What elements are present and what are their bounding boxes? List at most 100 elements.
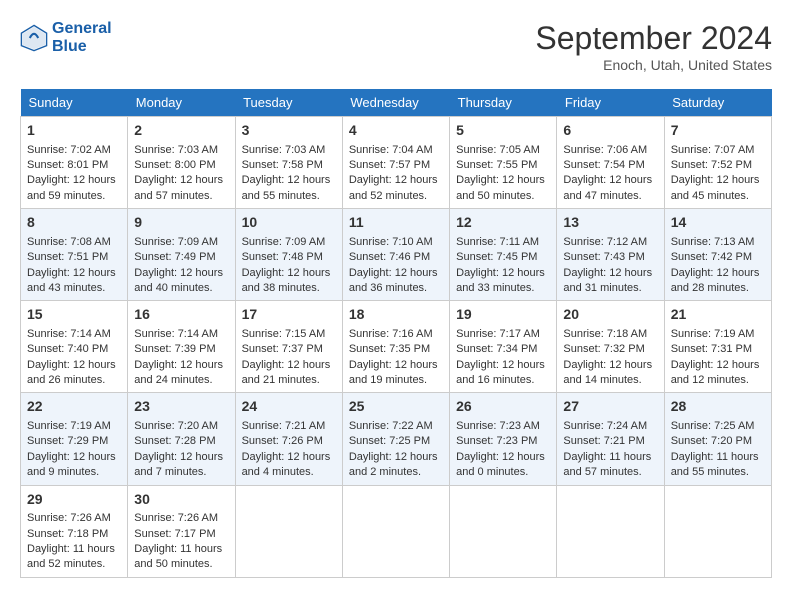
day-info-line: and 7 minutes. bbox=[134, 465, 228, 480]
day-info-line: and 57 minutes. bbox=[134, 189, 228, 204]
day-info-line: Daylight: 12 hours bbox=[134, 358, 228, 373]
calendar-cell: 4Sunrise: 7:04 AMSunset: 7:57 PMDaylight… bbox=[342, 117, 449, 209]
day-info-line: Sunrise: 7:17 AM bbox=[456, 327, 550, 342]
day-number: 16 bbox=[134, 305, 228, 325]
calendar-week-row: 8Sunrise: 7:08 AMSunset: 7:51 PMDaylight… bbox=[21, 209, 772, 301]
day-info-line: Daylight: 11 hours bbox=[27, 542, 121, 557]
day-number: 25 bbox=[349, 397, 443, 417]
day-info-line: and 21 minutes. bbox=[242, 373, 336, 388]
calendar-cell: 1Sunrise: 7:02 AMSunset: 8:01 PMDaylight… bbox=[21, 117, 128, 209]
day-info-line: Sunrise: 7:24 AM bbox=[563, 419, 657, 434]
day-info-line: and 14 minutes. bbox=[563, 373, 657, 388]
calendar-cell: 18Sunrise: 7:16 AMSunset: 7:35 PMDayligh… bbox=[342, 301, 449, 393]
day-info-line: Daylight: 12 hours bbox=[27, 173, 121, 188]
day-info-line: Sunrise: 7:13 AM bbox=[671, 235, 765, 250]
day-info-line: Sunset: 7:26 PM bbox=[242, 434, 336, 449]
day-info-line: Sunset: 7:55 PM bbox=[456, 158, 550, 173]
day-info-line: Daylight: 12 hours bbox=[349, 358, 443, 373]
day-number: 30 bbox=[134, 490, 228, 510]
day-info-line: Sunrise: 7:03 AM bbox=[134, 143, 228, 158]
calendar-cell bbox=[342, 485, 449, 577]
day-info-line: Daylight: 12 hours bbox=[242, 358, 336, 373]
weekday-header-tuesday: Tuesday bbox=[235, 89, 342, 117]
day-info-line: Daylight: 12 hours bbox=[671, 266, 765, 281]
day-info-line: Sunrise: 7:26 AM bbox=[27, 511, 121, 526]
day-info-line: Sunrise: 7:03 AM bbox=[242, 143, 336, 158]
day-info-line: Sunrise: 7:09 AM bbox=[242, 235, 336, 250]
logo-text: General Blue bbox=[52, 20, 112, 56]
day-info-line: Sunrise: 7:25 AM bbox=[671, 419, 765, 434]
day-info-line: Daylight: 12 hours bbox=[456, 358, 550, 373]
day-info-line: Daylight: 12 hours bbox=[456, 173, 550, 188]
calendar-cell: 22Sunrise: 7:19 AMSunset: 7:29 PMDayligh… bbox=[21, 393, 128, 485]
calendar-cell: 14Sunrise: 7:13 AMSunset: 7:42 PMDayligh… bbox=[664, 209, 771, 301]
day-info-line: Sunset: 7:21 PM bbox=[563, 434, 657, 449]
day-number: 27 bbox=[563, 397, 657, 417]
day-info-line: and 12 minutes. bbox=[671, 373, 765, 388]
weekday-header-monday: Monday bbox=[128, 89, 235, 117]
day-info-line: Sunrise: 7:18 AM bbox=[563, 327, 657, 342]
day-info-line: Sunset: 7:58 PM bbox=[242, 158, 336, 173]
day-info-line: Daylight: 12 hours bbox=[242, 266, 336, 281]
day-info-line: Daylight: 12 hours bbox=[563, 173, 657, 188]
day-info-line: Sunset: 7:17 PM bbox=[134, 527, 228, 542]
day-info-line: Daylight: 12 hours bbox=[456, 450, 550, 465]
day-number: 11 bbox=[349, 213, 443, 233]
day-info-line: Sunrise: 7:08 AM bbox=[27, 235, 121, 250]
calendar-cell: 17Sunrise: 7:15 AMSunset: 7:37 PMDayligh… bbox=[235, 301, 342, 393]
day-number: 19 bbox=[456, 305, 550, 325]
day-number: 14 bbox=[671, 213, 765, 233]
day-number: 5 bbox=[456, 121, 550, 141]
day-info-line: Daylight: 12 hours bbox=[563, 358, 657, 373]
calendar-cell: 11Sunrise: 7:10 AMSunset: 7:46 PMDayligh… bbox=[342, 209, 449, 301]
day-number: 21 bbox=[671, 305, 765, 325]
calendar-cell: 30Sunrise: 7:26 AMSunset: 7:17 PMDayligh… bbox=[128, 485, 235, 577]
day-info-line: Sunrise: 7:14 AM bbox=[27, 327, 121, 342]
day-info-line: Daylight: 12 hours bbox=[349, 450, 443, 465]
day-info-line: Sunrise: 7:15 AM bbox=[242, 327, 336, 342]
day-info-line: and 43 minutes. bbox=[27, 281, 121, 296]
calendar-cell: 15Sunrise: 7:14 AMSunset: 7:40 PMDayligh… bbox=[21, 301, 128, 393]
day-info-line: Sunset: 7:35 PM bbox=[349, 342, 443, 357]
day-info-line: Daylight: 12 hours bbox=[671, 358, 765, 373]
day-number: 7 bbox=[671, 121, 765, 141]
day-info-line: and 33 minutes. bbox=[456, 281, 550, 296]
calendar-cell: 9Sunrise: 7:09 AMSunset: 7:49 PMDaylight… bbox=[128, 209, 235, 301]
weekday-header-saturday: Saturday bbox=[664, 89, 771, 117]
day-info-line: and 16 minutes. bbox=[456, 373, 550, 388]
weekday-header-friday: Friday bbox=[557, 89, 664, 117]
day-info-line: Sunrise: 7:19 AM bbox=[27, 419, 121, 434]
day-info-line: Daylight: 11 hours bbox=[671, 450, 765, 465]
day-info-line: Sunset: 7:49 PM bbox=[134, 250, 228, 265]
day-number: 18 bbox=[349, 305, 443, 325]
day-info-line: Sunset: 7:45 PM bbox=[456, 250, 550, 265]
day-info-line: Daylight: 12 hours bbox=[27, 450, 121, 465]
calendar-cell: 6Sunrise: 7:06 AMSunset: 7:54 PMDaylight… bbox=[557, 117, 664, 209]
day-info-line: and 31 minutes. bbox=[563, 281, 657, 296]
day-info-line: Sunset: 7:54 PM bbox=[563, 158, 657, 173]
day-info-line: Sunrise: 7:09 AM bbox=[134, 235, 228, 250]
calendar-cell: 12Sunrise: 7:11 AMSunset: 7:45 PMDayligh… bbox=[450, 209, 557, 301]
day-number: 13 bbox=[563, 213, 657, 233]
day-info-line: and 2 minutes. bbox=[349, 465, 443, 480]
day-number: 28 bbox=[671, 397, 765, 417]
day-number: 10 bbox=[242, 213, 336, 233]
day-info-line: and 36 minutes. bbox=[349, 281, 443, 296]
calendar-cell: 3Sunrise: 7:03 AMSunset: 7:58 PMDaylight… bbox=[235, 117, 342, 209]
day-info-line: Sunrise: 7:11 AM bbox=[456, 235, 550, 250]
logo-icon bbox=[20, 24, 48, 52]
day-info-line: Sunset: 7:48 PM bbox=[242, 250, 336, 265]
day-info-line: and 59 minutes. bbox=[27, 189, 121, 204]
weekday-header-row: SundayMondayTuesdayWednesdayThursdayFrid… bbox=[21, 89, 772, 117]
day-number: 6 bbox=[563, 121, 657, 141]
day-info-line: Daylight: 11 hours bbox=[563, 450, 657, 465]
day-info-line: and 38 minutes. bbox=[242, 281, 336, 296]
day-info-line: and 50 minutes. bbox=[456, 189, 550, 204]
day-info-line: Daylight: 12 hours bbox=[456, 266, 550, 281]
day-info-line: and 40 minutes. bbox=[134, 281, 228, 296]
calendar-week-row: 29Sunrise: 7:26 AMSunset: 7:18 PMDayligh… bbox=[21, 485, 772, 577]
location: Enoch, Utah, United States bbox=[535, 57, 772, 73]
day-info-line: Daylight: 12 hours bbox=[27, 266, 121, 281]
calendar-cell: 28Sunrise: 7:25 AMSunset: 7:20 PMDayligh… bbox=[664, 393, 771, 485]
day-info-line: and 52 minutes. bbox=[27, 557, 121, 572]
